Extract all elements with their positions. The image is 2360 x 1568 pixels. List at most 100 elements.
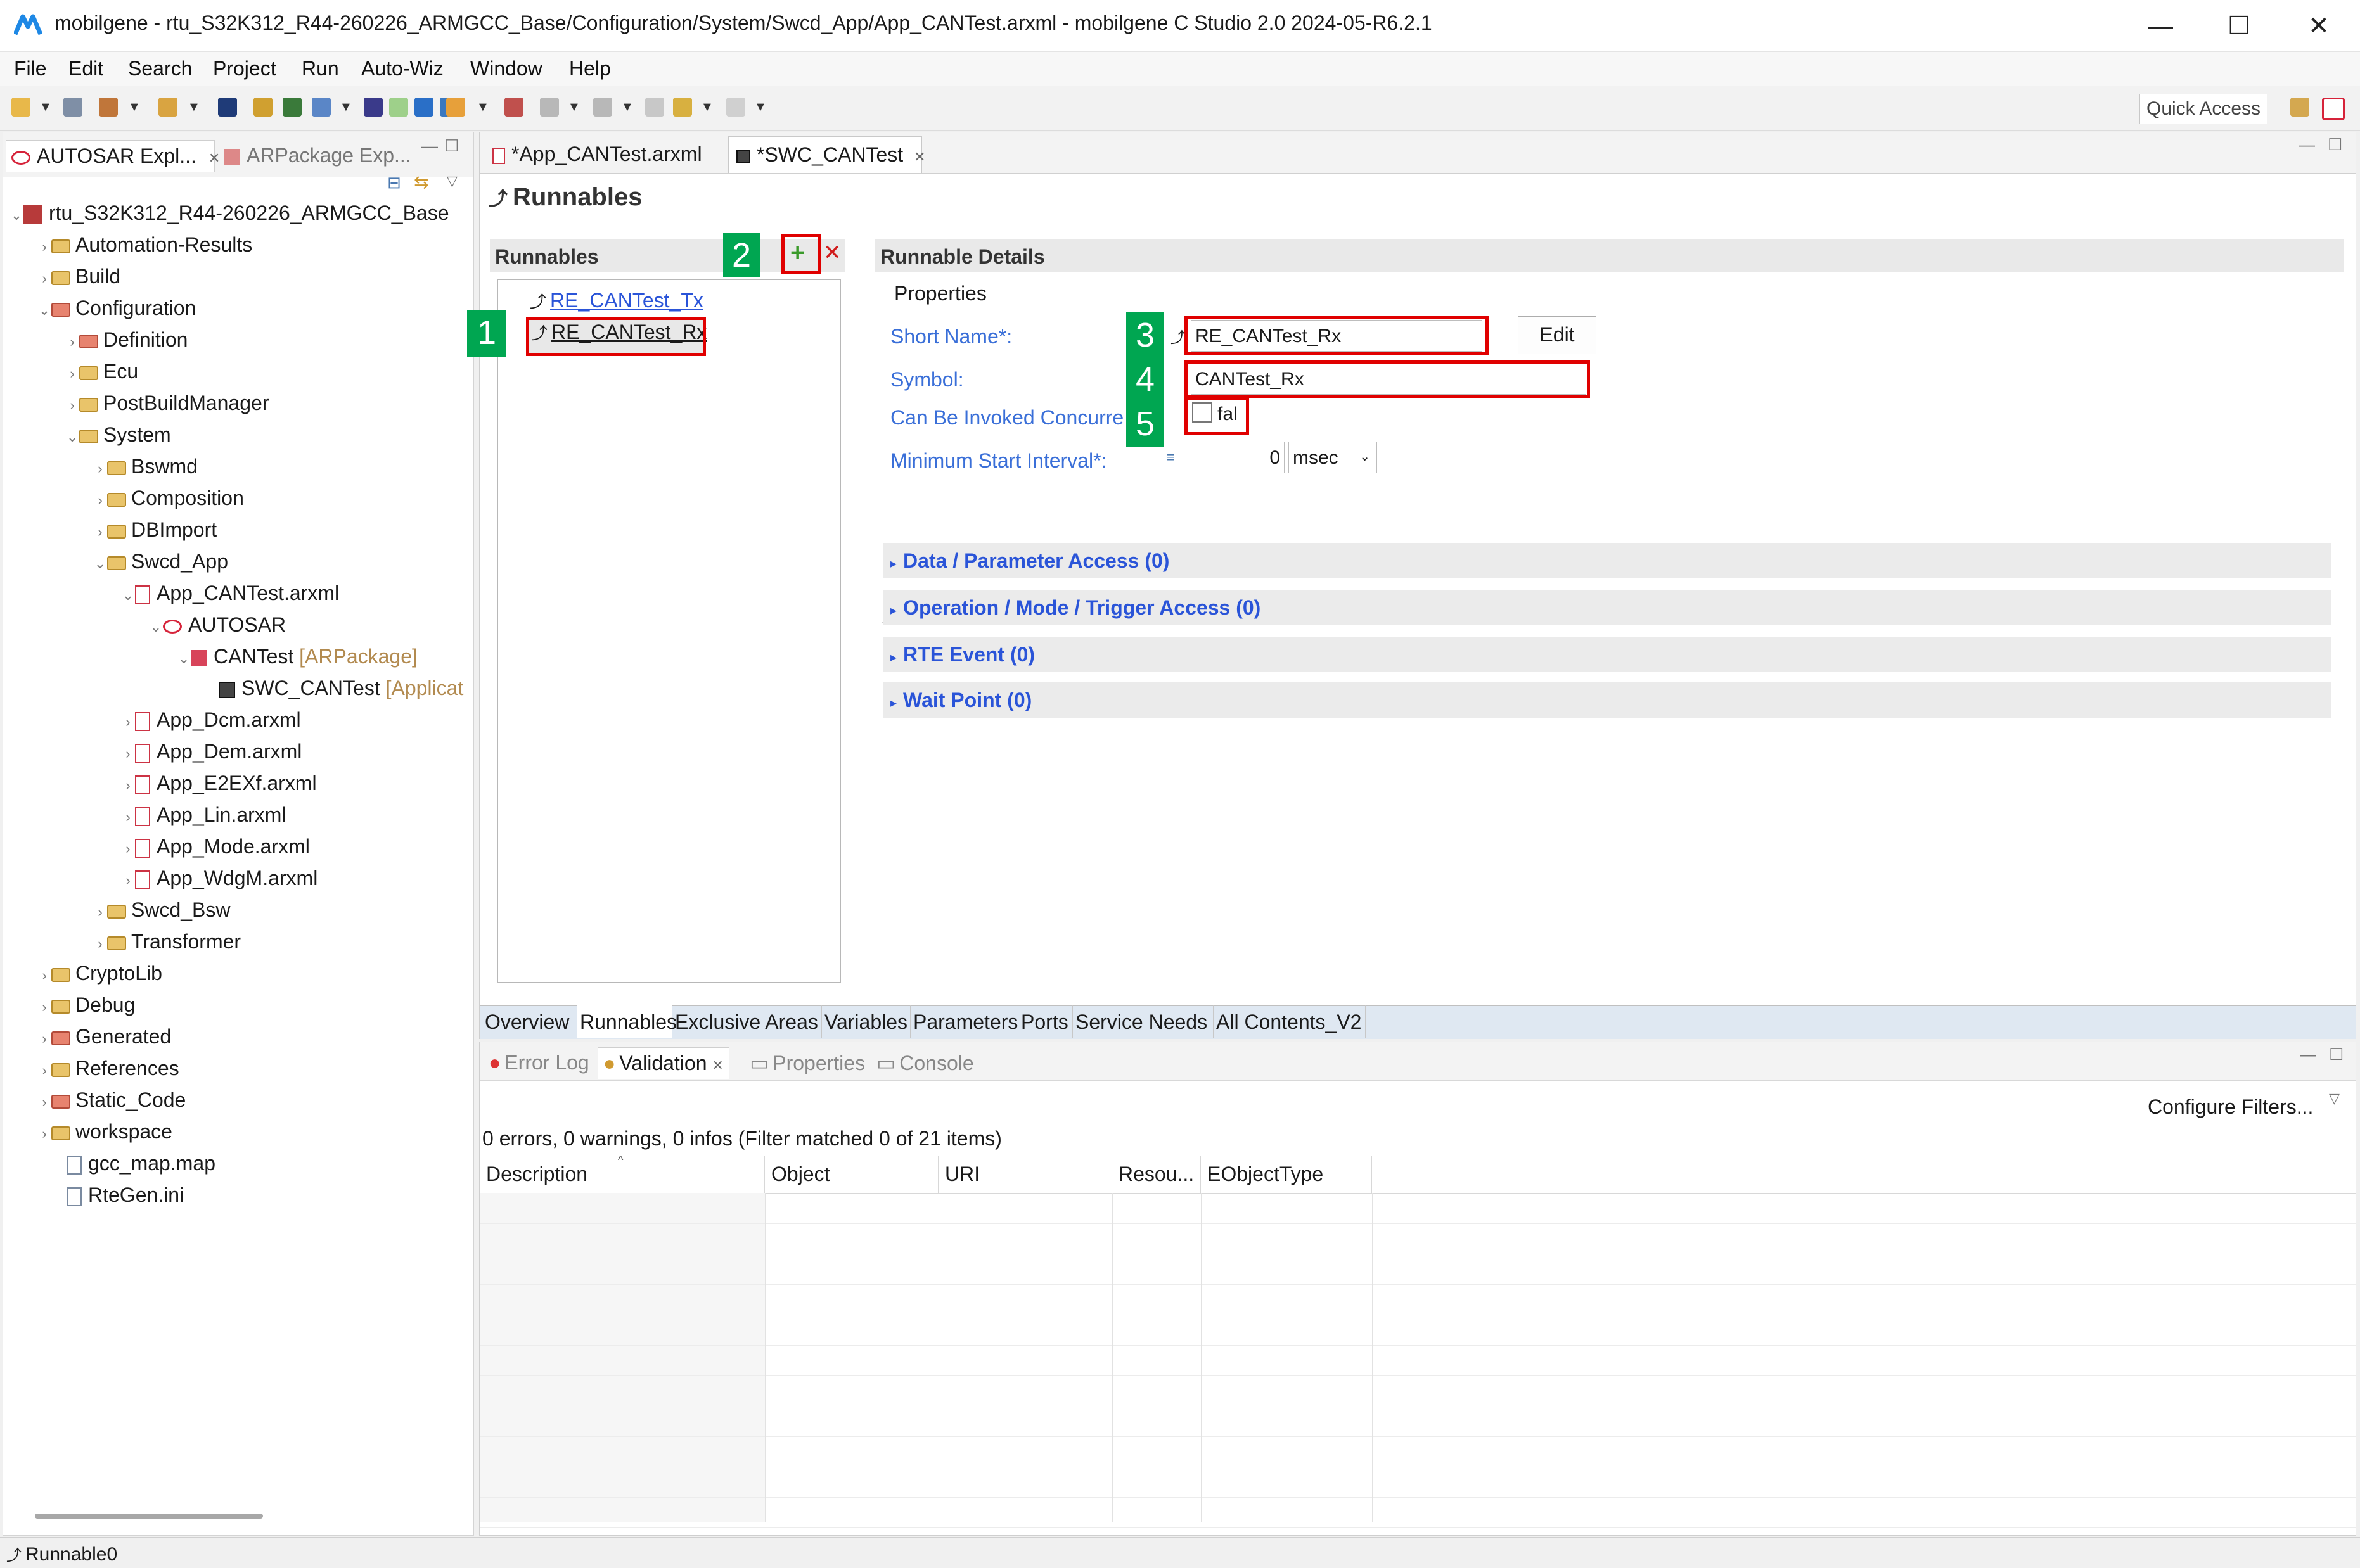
chevron-right-icon[interactable]: › xyxy=(121,803,135,832)
chart-icon[interactable] xyxy=(312,98,331,117)
wand-icon[interactable] xyxy=(158,98,177,117)
chevron-right-icon[interactable]: › xyxy=(37,233,51,262)
tree-item-system[interactable]: ⌄ System xyxy=(65,420,171,449)
tree-item-rtegen-ini[interactable]: RteGen.ini xyxy=(67,1180,184,1209)
dropdown-arrow-icon[interactable]: ▼ xyxy=(568,100,580,115)
dropdown-arrow-icon[interactable]: ▼ xyxy=(39,100,52,115)
tree-item-app-dem-arxml[interactable]: › App_Dem.arxml xyxy=(121,737,302,766)
tree-item-ecu[interactable]: › Ecu xyxy=(65,357,138,386)
tab-overview[interactable]: Overview xyxy=(482,1005,577,1038)
tree-item-swcd-app[interactable]: ⌄ Swcd_App xyxy=(93,547,228,576)
tree-item-configuration[interactable]: ⌄ Configuration xyxy=(37,293,196,322)
grid-icon[interactable] xyxy=(364,98,383,117)
forward-icon[interactable] xyxy=(726,98,745,117)
maximize-view-icon[interactable]: ☐ xyxy=(2329,1045,2344,1064)
terminal-icon[interactable] xyxy=(218,98,237,117)
tree-item-app-mode-arxml[interactable]: › App_Mode.arxml xyxy=(121,832,310,861)
maximize-view-icon[interactable]: ☐ xyxy=(444,136,459,156)
dropdown-arrow-icon[interactable]: ▼ xyxy=(340,100,352,115)
tab-validation[interactable]: ● Validation ✕ xyxy=(598,1047,729,1079)
chevron-right-icon[interactable]: › xyxy=(37,1119,51,1149)
chevron-right-icon[interactable]: › xyxy=(37,993,51,1022)
maximize-button[interactable]: ☐ xyxy=(2210,6,2267,46)
wait-point-expander[interactable]: ▸ Wait Point (0) xyxy=(883,682,2331,718)
tab-parameters[interactable]: Parameters xyxy=(911,1005,1018,1038)
warning-icon[interactable] xyxy=(446,98,465,117)
chevron-right-icon[interactable]: › xyxy=(65,359,79,388)
tab-all-contents-v2[interactable]: All Contents_V2 xyxy=(1214,1005,1366,1038)
tree-item-app-lin-arxml[interactable]: › App_Lin.arxml xyxy=(121,800,286,829)
dropdown-arrow-icon[interactable]: ▼ xyxy=(128,100,141,115)
tab-service-needs[interactable]: Service Needs xyxy=(1073,1005,1214,1038)
tree-item-generated[interactable]: › Generated xyxy=(37,1022,171,1051)
last-edit-icon[interactable] xyxy=(645,98,664,117)
column-object[interactable]: Object xyxy=(765,1156,939,1193)
interval-unit-select[interactable]: msec ⌄ xyxy=(1288,442,1377,473)
back-icon[interactable] xyxy=(673,98,692,117)
tab-console[interactable]: ▭ Console xyxy=(871,1047,979,1079)
link-with-editor-icon[interactable]: ⇆ xyxy=(414,172,428,193)
chevron-right-icon[interactable]: › xyxy=(93,929,107,959)
view-menu-icon[interactable]: ▽ xyxy=(2329,1090,2340,1107)
menu-project[interactable]: Project xyxy=(213,57,276,80)
chevron-right-icon[interactable]: › xyxy=(37,1024,51,1054)
collapse-all-icon[interactable]: ⊟ xyxy=(387,173,401,193)
tree-item-bswmd[interactable]: › Bswmd xyxy=(93,452,198,481)
chevron-right-icon[interactable]: › xyxy=(93,486,107,515)
chevron-down-icon[interactable]: ⌄ xyxy=(65,423,79,452)
rte-event-expander[interactable]: ▸ RTE Event (0) xyxy=(883,637,2331,672)
tree-item-composition[interactable]: › Composition xyxy=(93,483,244,513)
column-eobjecttype[interactable]: EObjectType xyxy=(1201,1156,1372,1193)
tab-properties[interactable]: ▭ Properties xyxy=(745,1047,870,1079)
chevron-down-icon[interactable]: ⌄ xyxy=(93,549,107,578)
tree-item-static-code[interactable]: › Static_Code xyxy=(37,1085,186,1114)
chevron-right-icon[interactable]: › xyxy=(93,518,107,547)
menu-run[interactable]: Run xyxy=(302,57,339,80)
tab-autosar-explorer[interactable]: AUTOSAR Expl... ✕ xyxy=(6,140,220,172)
runnable-item-tx[interactable]: ⤴ RE_CANTest_Tx xyxy=(530,289,703,312)
tree-item-app-e2exf-arxml[interactable]: › App_E2EXf.arxml xyxy=(121,768,316,800)
chevron-down-icon[interactable]: ⌄ xyxy=(149,613,163,642)
tab-ports[interactable]: Ports xyxy=(1018,1005,1073,1038)
close-tab-icon[interactable]: ✕ xyxy=(914,149,925,165)
maximize-editor-icon[interactable]: ☐ xyxy=(2328,135,2342,155)
tab-exclusive-areas[interactable]: Exclusive Areas xyxy=(672,1005,822,1038)
menu-auto-wiz[interactable]: Auto-Wiz xyxy=(361,57,444,80)
data-parameter-access-expander[interactable]: ▸ Data / Parameter Access (0) xyxy=(883,543,2331,578)
close-tab-icon[interactable]: ✕ xyxy=(712,1057,724,1073)
chevron-right-icon[interactable]: › xyxy=(121,866,135,895)
open-perspective-icon[interactable] xyxy=(2290,98,2309,117)
tree-item-automation-results[interactable]: › Automation-Results xyxy=(37,230,252,259)
configure-filters-link[interactable]: Configure Filters... xyxy=(2148,1095,2313,1119)
minimize-view-icon[interactable]: — xyxy=(2300,1045,2316,1064)
add-runnable-button[interactable]: + xyxy=(790,239,805,267)
tree-item-build[interactable]: › Build xyxy=(37,262,120,291)
chevron-down-icon[interactable]: ⌄ xyxy=(37,296,51,325)
prev-annotation-icon[interactable] xyxy=(593,98,612,117)
tool-icon[interactable] xyxy=(414,98,433,117)
chevron-right-icon[interactable]: › xyxy=(65,391,79,420)
tree-item-app-dcm-arxml[interactable]: › App_Dcm.arxml xyxy=(121,705,300,737)
tab-runnables[interactable]: Runnables xyxy=(577,1005,677,1038)
tree-item-app-cantest-arxml[interactable]: ⌄ App_CANTest.arxml xyxy=(121,578,339,608)
menu-window[interactable]: Window xyxy=(470,57,542,80)
minimize-editor-icon[interactable]: — xyxy=(2299,135,2315,155)
chevron-down-icon[interactable]: ⌄ xyxy=(121,581,135,610)
dropdown-arrow-icon[interactable]: ▼ xyxy=(754,100,767,115)
chevron-down-icon[interactable]: ⌄ xyxy=(10,201,23,230)
tree-item-postbuildmanager[interactable]: › PostBuildManager xyxy=(65,388,269,417)
autosar-perspective-icon[interactable] xyxy=(2322,98,2345,120)
horizontal-scrollbar[interactable] xyxy=(35,1514,263,1519)
tree-item-cantest[interactable]: ⌄ CANTest [ARPackage] xyxy=(177,642,418,671)
new-icon[interactable] xyxy=(11,98,30,117)
tree-item-workspace[interactable]: › workspace xyxy=(37,1117,172,1146)
chevron-right-icon[interactable]: › xyxy=(93,454,107,483)
chevron-down-icon[interactable]: ⌄ xyxy=(177,644,191,673)
tree-item-swcd-bsw[interactable]: › Swcd_Bsw xyxy=(93,895,230,924)
chevron-right-icon[interactable]: › xyxy=(37,1056,51,1085)
chevron-right-icon[interactable]: › xyxy=(121,771,135,800)
chevron-right-icon[interactable]: › xyxy=(121,708,135,737)
tab-variables[interactable]: Variables xyxy=(822,1005,911,1038)
tab-swc-cantest[interactable]: *SWC_CANTest ✕ xyxy=(728,136,925,173)
tree-item-swc-cantest[interactable]: SWC_CANTest [Applicat xyxy=(219,673,472,703)
